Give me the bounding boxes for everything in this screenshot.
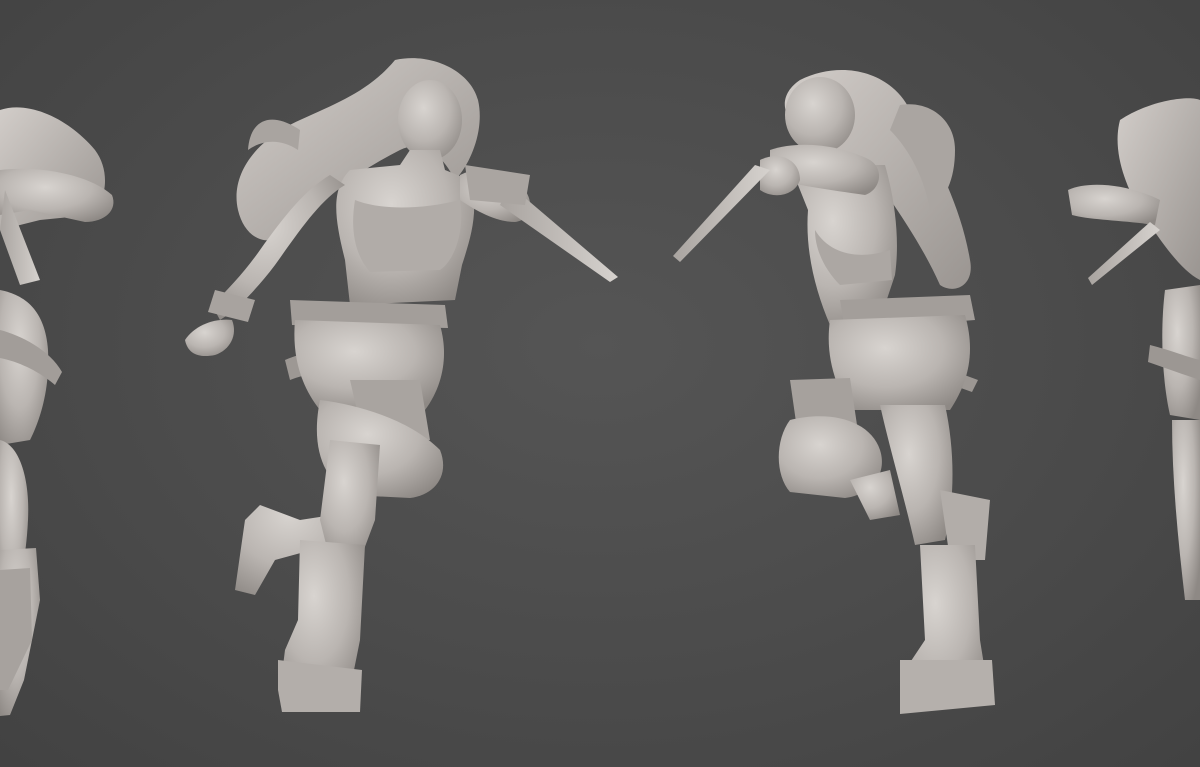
render-viewport xyxy=(0,0,1200,767)
figure-back-right xyxy=(1068,98,1200,600)
sculpt-scene xyxy=(0,58,1200,716)
figure-back-three-quarter xyxy=(673,70,995,714)
figure-front-three-quarter xyxy=(185,58,618,712)
figure-back-left xyxy=(0,107,114,716)
